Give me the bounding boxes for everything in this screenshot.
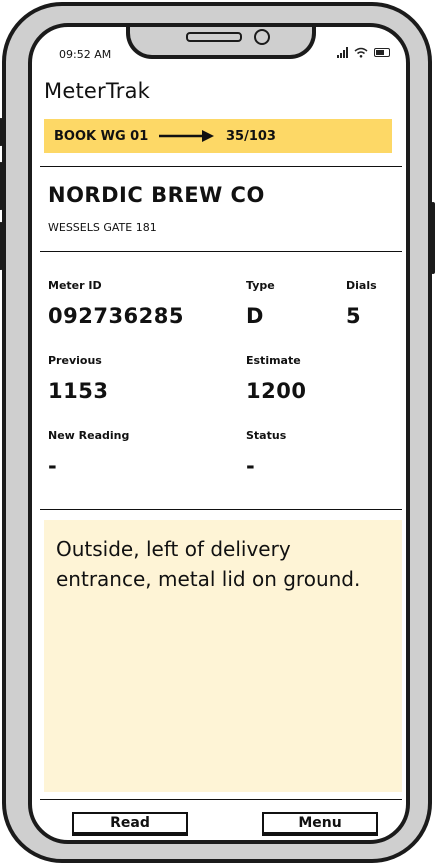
customer-name: NORDIC BREW CO [48, 183, 265, 207]
status-time: 09:52 AM [59, 48, 112, 61]
camera-icon [254, 29, 270, 45]
previous-value: 1153 [48, 379, 109, 403]
divider [40, 509, 402, 510]
estimate-value: 1200 [246, 379, 307, 403]
meter-type-label: Type [246, 279, 275, 292]
location-note: Outside, left of delivery entrance, meta… [44, 520, 402, 792]
app-title: MeterTrak [44, 79, 151, 103]
divider [40, 166, 402, 167]
new-reading-label: New Reading [48, 429, 130, 442]
customer-address: WESSELS GATE 181 [48, 221, 157, 234]
meter-type-value: D [246, 304, 264, 328]
estimate-label: Estimate [246, 354, 301, 367]
menu-button[interactable]: Menu [262, 812, 378, 836]
battery-icon [374, 48, 390, 57]
new-reading-value[interactable]: - [48, 454, 57, 478]
read-button[interactable]: Read [72, 812, 188, 836]
book-name: BOOK WG 01 [54, 128, 149, 144]
speaker-icon [186, 32, 242, 42]
phone-frame: 09:52 AM MeterTrak BOOK WG 01 35/103 NOR… [0, 2, 435, 863]
phone-screen: 09:52 AM MeterTrak BOOK WG 01 35/103 NOR… [28, 23, 410, 844]
side-button-left-2 [0, 162, 3, 210]
status-label: Status [246, 429, 287, 442]
meter-dials-value: 5 [346, 304, 362, 328]
previous-label: Previous [48, 354, 102, 367]
status-value: - [246, 454, 256, 478]
meter-dials-label: Dials [346, 279, 377, 292]
arrow-right-icon [159, 130, 214, 142]
book-progress-bar[interactable]: BOOK WG 01 35/103 [44, 119, 392, 153]
wifi-icon [354, 47, 368, 58]
meter-id-label: Meter ID [48, 279, 102, 292]
side-button-left-3 [0, 222, 3, 270]
notch [126, 27, 316, 59]
meter-id-value: 092736285 [48, 304, 185, 328]
divider [40, 799, 402, 800]
status-icons [337, 47, 390, 58]
divider [40, 251, 402, 252]
signal-icon [337, 47, 348, 58]
side-button-right [431, 202, 435, 274]
book-progress-count: 35/103 [226, 128, 276, 144]
side-button-left-1 [0, 118, 3, 146]
